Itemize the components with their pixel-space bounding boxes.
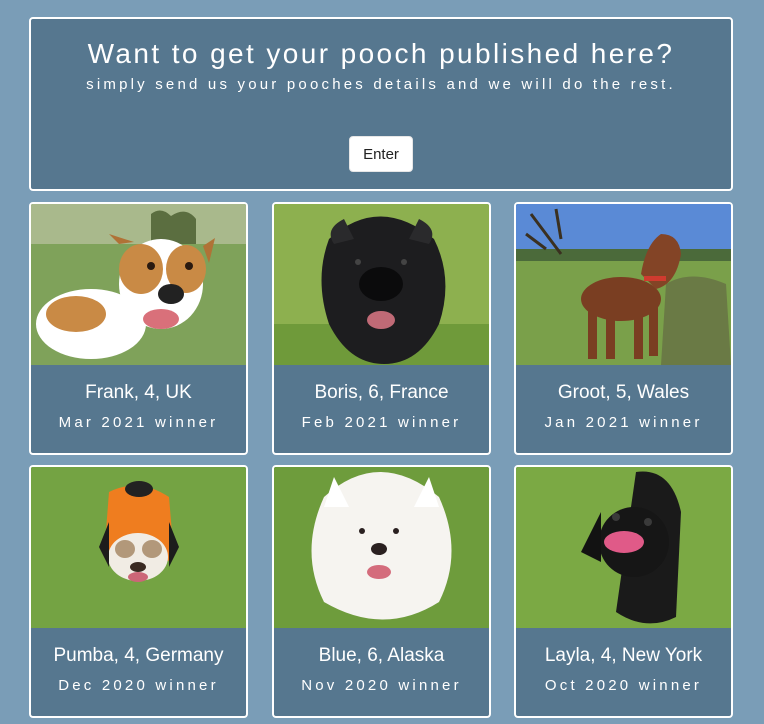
winner-card-groot[interactable]: Groot, 5, Wales Jan 2021 winner [514,202,733,455]
card-name: Boris, 6, France [314,382,449,403]
card-name: Layla, 4, New York [544,645,703,666]
white-samoyed-dog-photo [274,467,489,628]
winner-card-layla[interactable]: Layla, 4, New York Oct 2020 winner [514,465,733,718]
winner-card-blue[interactable]: Blue, 6, Alaska Nov 2020 winner [272,465,491,718]
black-labrador-dog-photo [516,467,731,628]
card-caption: Nov 2020 winner [301,677,462,694]
card-caption: Mar 2021 winner [58,414,219,431]
card-name: Groot, 5, Wales [557,382,690,403]
winner-card-frank[interactable]: Frank, 4, UK Mar 2021 winner [29,202,248,455]
winner-card-boris[interactable]: Boris, 6, France Feb 2021 winner [272,202,491,455]
hero-title: Want to get your pooch published here? [87,38,675,69]
enter-button[interactable]: Enter [349,136,413,172]
black-shaggy-dog-photo [274,204,489,365]
brown-vizsla-dog-photo [516,204,731,365]
hero-subtitle: simply send us your pooches details and … [86,76,676,93]
jack-russell-mix-dog-photo [31,204,246,365]
card-name: Frank, 4, UK [85,382,192,403]
card-caption: Jan 2021 winner [544,414,703,431]
card-name: Pumba, 4, Germany [53,645,224,666]
card-caption: Feb 2021 winner [301,414,462,431]
card-caption: Oct 2020 winner [544,677,703,694]
bulldog-orange-jacket-photo [31,467,246,628]
hero-banner: Want to get your pooch published here? s… [29,17,733,191]
card-name: Blue, 6, Alaska [318,645,445,666]
winner-card-pumba[interactable]: Pumba, 4, Germany Dec 2020 winner [29,465,248,718]
card-caption: Dec 2020 winner [58,677,219,694]
